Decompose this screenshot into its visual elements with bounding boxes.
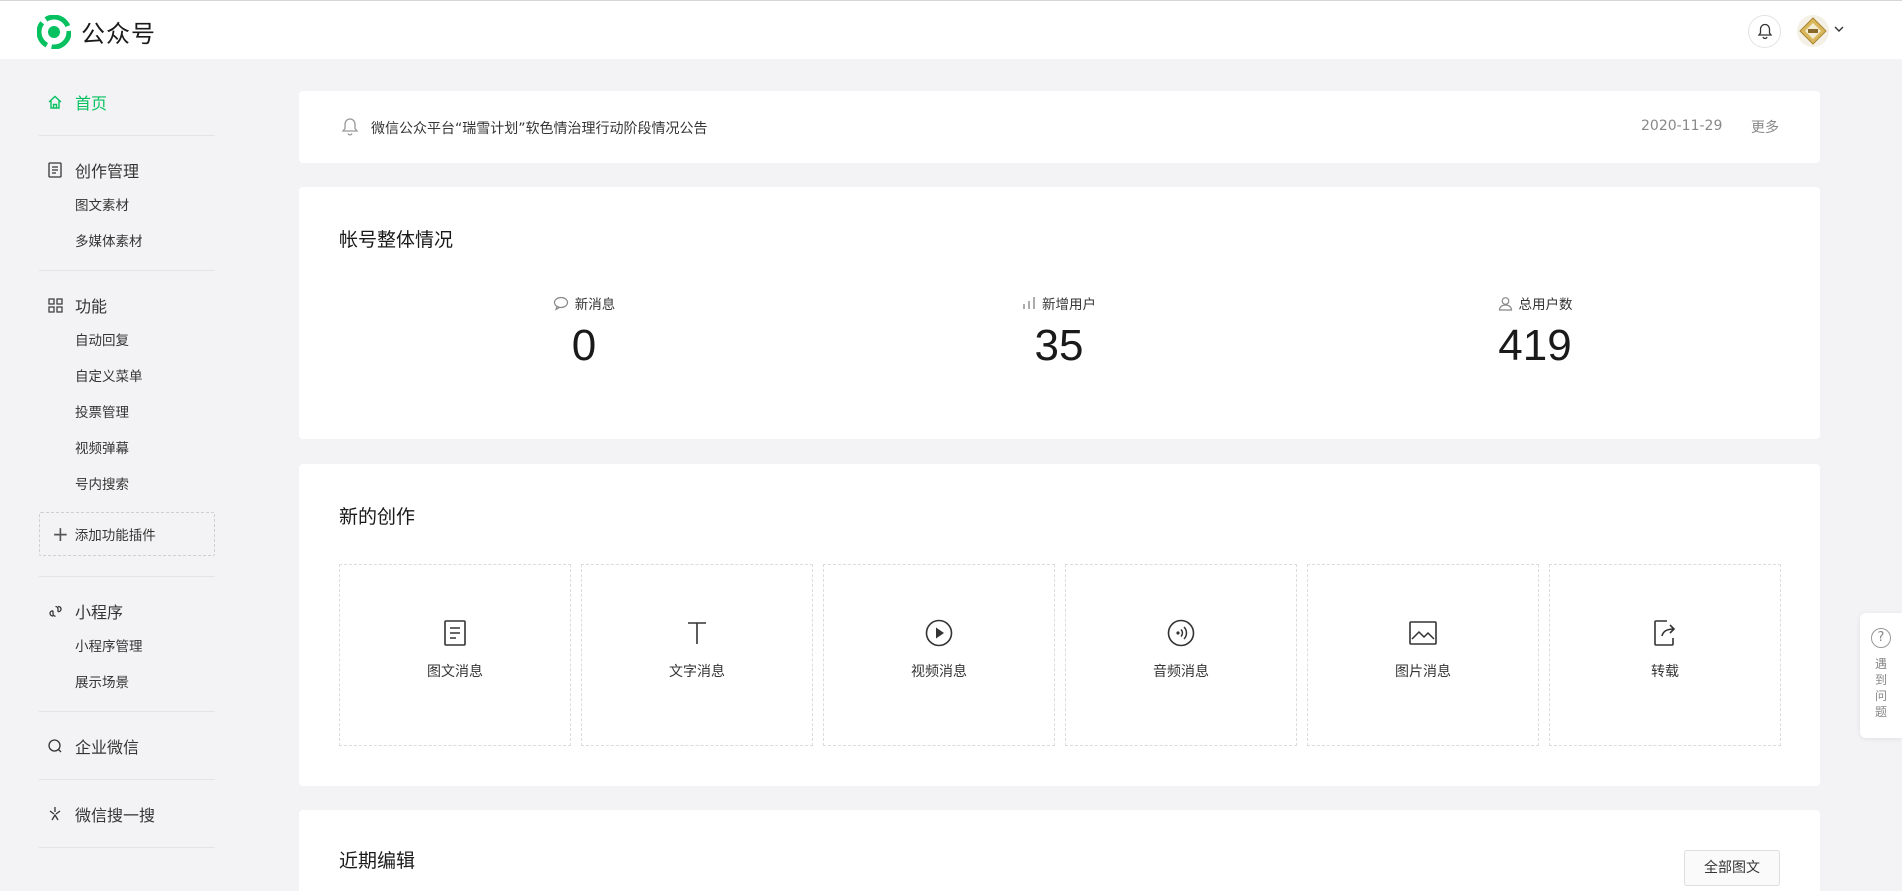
nav-item-custom-menu[interactable]: 自定义菜单 (39, 359, 215, 395)
nav-item-display-scene[interactable]: 展示场景 (39, 665, 215, 701)
nav-work-wechat-label: 企业微信 (75, 738, 140, 757)
nav-search-label: 微信搜一搜 (75, 806, 156, 825)
tile-label: 视频消息 (911, 664, 967, 680)
divider (39, 135, 215, 136)
divider (39, 847, 215, 848)
work-wechat-icon (47, 738, 63, 754)
stat-label: 总用户数 (1518, 297, 1573, 313)
miniprogram-icon (47, 603, 63, 619)
audio-icon (1167, 619, 1195, 647)
home-icon (47, 94, 63, 110)
plus-icon: + (52, 522, 69, 546)
tile-label: 音频消息 (1153, 664, 1209, 680)
stat-value: 0 (571, 321, 597, 370)
help-widget[interactable]: ? 遇到问题 (1860, 613, 1902, 738)
divider (39, 711, 215, 712)
create-video-tile[interactable]: 视频消息 (823, 564, 1055, 746)
notice-card: 微信公众平台“瑞雪计划”软色情治理行动阶段情况公告 2020-11-29 更多 (299, 91, 1820, 163)
create-image-tile[interactable]: 图片消息 (1307, 564, 1539, 746)
account-overview-card: 帐号整体情况 新消息 0 新增用户 35 总用户数 419 (299, 187, 1820, 439)
all-articles-button[interactable]: 全部图文 (1684, 850, 1780, 886)
nav-creation[interactable]: 创作管理 (39, 160, 215, 181)
stat-label: 新增用户 (1042, 297, 1096, 313)
nav-item-miniprogram-manage[interactable]: 小程序管理 (39, 629, 215, 665)
create-title: 新的创作 (339, 506, 416, 528)
nav-item-image-text-material[interactable]: 图文素材 (39, 188, 215, 224)
notice-text[interactable]: 微信公众平台“瑞雪计划”软色情治理行动阶段情况公告 (371, 118, 708, 138)
image-icon (1409, 621, 1437, 645)
stat-value: 35 (1034, 321, 1084, 370)
avatar[interactable] (1797, 15, 1829, 47)
add-plugin-label: 添加功能插件 (74, 528, 156, 544)
message-icon (553, 296, 568, 311)
nav-home-label: 首页 (75, 94, 108, 113)
grid-icon (47, 297, 63, 313)
nav-home[interactable]: 首页 (39, 92, 215, 113)
stat-new-users[interactable]: 新增用户 35 (939, 293, 1179, 371)
sidebar: 首页 创作管理 图文素材 多媒体素材 功能 自动回复 自定义菜单 投票管理 视频… (39, 59, 215, 848)
create-repost-tile[interactable]: 转载 (1549, 564, 1781, 746)
tile-label: 图片消息 (1395, 664, 1451, 680)
chevron-down-icon[interactable] (1834, 25, 1844, 33)
wechat-official-logo-icon (37, 14, 71, 49)
avatar-image (1797, 15, 1829, 47)
nav-item-vote[interactable]: 投票管理 (39, 395, 215, 431)
nav-functions-label: 功能 (75, 297, 108, 316)
nav-miniprogram[interactable]: 小程序 (39, 601, 215, 622)
tile-label: 文字消息 (669, 664, 725, 680)
bell-icon (1757, 23, 1772, 40)
stat-new-messages[interactable]: 新消息 0 (464, 293, 704, 371)
notification-button[interactable] (1748, 15, 1781, 48)
recent-title: 近期编辑 (339, 850, 416, 872)
nav-creation-label: 创作管理 (75, 162, 140, 181)
tile-label: 图文消息 (427, 664, 483, 680)
nav-item-auto-reply[interactable]: 自动回复 (39, 323, 215, 359)
add-plugin-button[interactable]: + 添加功能插件 (39, 512, 215, 556)
nav-search[interactable]: 微信搜一搜 (39, 804, 215, 825)
nav-miniprogram-label: 小程序 (75, 603, 124, 622)
user-icon (1498, 296, 1512, 311)
nav-item-in-account-search[interactable]: 号内搜索 (39, 467, 215, 503)
app-title: 公众号 (81, 20, 156, 48)
nav-work-wechat[interactable]: 企业微信 (39, 736, 215, 757)
share-icon (1654, 620, 1676, 646)
create-audio-tile[interactable]: 音频消息 (1065, 564, 1297, 746)
top-bar: 公众号 (0, 0, 1902, 59)
create-text-tile[interactable]: 文字消息 (581, 564, 813, 746)
nav-functions[interactable]: 功能 (39, 295, 215, 316)
divider (39, 779, 215, 780)
logo[interactable]: 公众号 (37, 14, 156, 49)
new-creation-card: 新的创作 图文消息 文字消息 视频消息 音频消息 图片消息 转载 (299, 464, 1820, 786)
play-icon (925, 619, 953, 647)
text-icon (688, 622, 706, 644)
stat-total-users[interactable]: 总用户数 419 (1415, 293, 1655, 371)
document-icon (47, 162, 63, 178)
notice-date: 2020-11-29 (1641, 118, 1723, 134)
stat-label: 新消息 (574, 297, 616, 313)
divider (39, 270, 215, 271)
stat-value: 419 (1498, 321, 1572, 370)
create-image-text-tile[interactable]: 图文消息 (339, 564, 571, 746)
help-label: 遇到问题 (1874, 657, 1887, 719)
document-icon (444, 620, 466, 646)
recent-edits-card: 近期编辑 全部图文 (299, 810, 1820, 891)
divider (39, 576, 215, 577)
bell-icon (341, 118, 359, 136)
overview-title: 帐号整体情况 (339, 229, 454, 251)
nav-item-video-danmaku[interactable]: 视频弹幕 (39, 431, 215, 467)
more-link[interactable]: 更多 (1751, 117, 1779, 137)
bar-chart-icon (1023, 297, 1035, 309)
tile-label: 转载 (1651, 664, 1679, 680)
sparkle-icon (47, 806, 63, 822)
question-icon: ? (1871, 628, 1891, 648)
nav-item-media-material[interactable]: 多媒体素材 (39, 224, 215, 260)
